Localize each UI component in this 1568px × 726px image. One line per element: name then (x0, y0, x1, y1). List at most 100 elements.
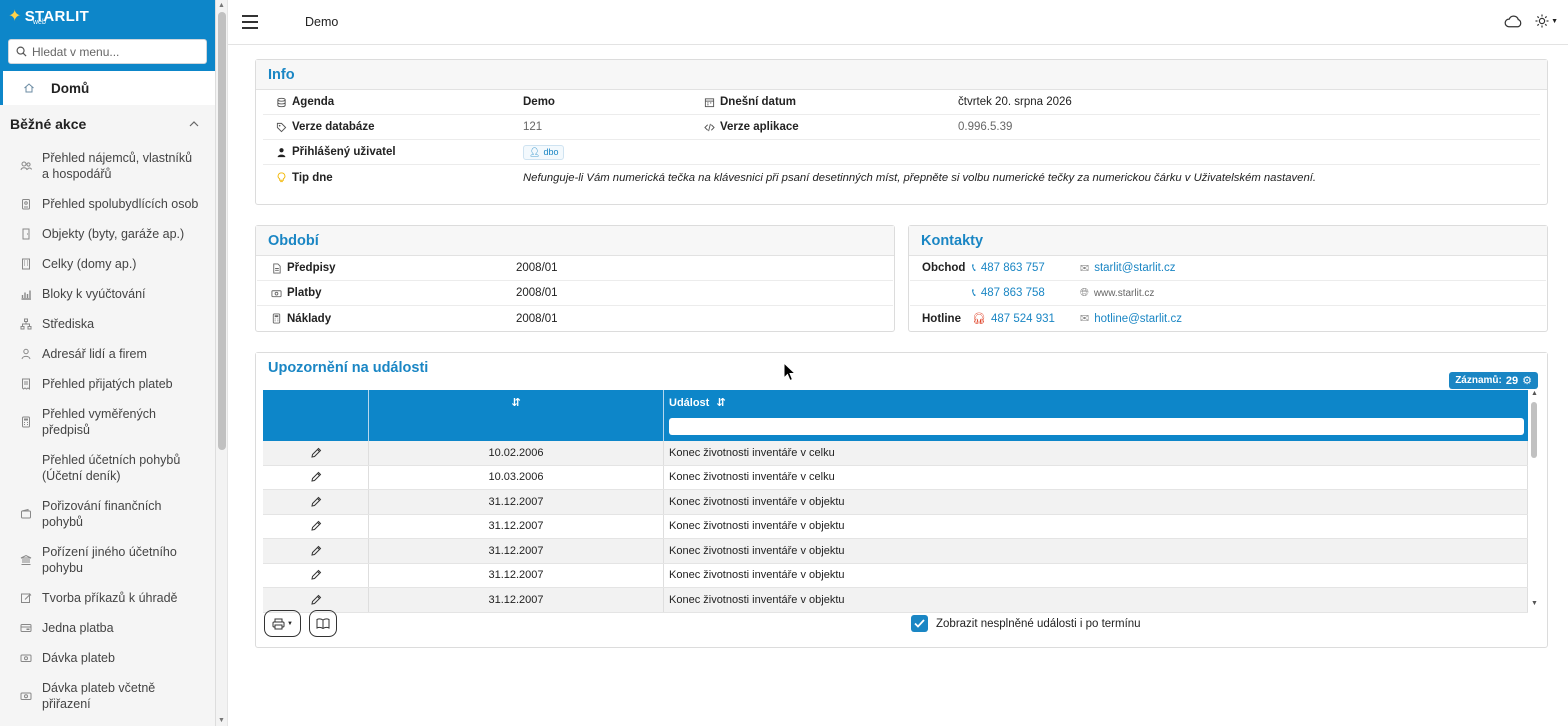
scroll-up-icon[interactable]: ▲ (218, 2, 225, 9)
sidebar-item-label: Přehled vyměřených předpisů (42, 407, 156, 437)
wallet-icon (20, 508, 32, 520)
hamburger-menu-icon[interactable] (242, 15, 258, 29)
scroll-down-icon[interactable]: ▼ (218, 717, 225, 724)
pencil-icon[interactable] (310, 569, 322, 581)
scroll-down-icon[interactable]: ▼ (1531, 600, 1538, 607)
sidebar-item[interactable]: Objekty (byty, garáže ap.) (0, 219, 215, 249)
checkbox[interactable] (911, 615, 928, 632)
info-row-tip: Tip dne Nefunguje-li Vám numerická tečka… (263, 165, 1540, 190)
edit-cell (263, 441, 369, 465)
calendar-icon (703, 96, 715, 108)
email-link[interactable]: hotline@starlit.cz (1094, 313, 1182, 325)
page-title: Demo (305, 15, 339, 29)
sidebar-item[interactable]: Tvorba příkazů k úhradě (0, 583, 215, 613)
date-cell: 10.03.2006 (369, 465, 664, 489)
sidebar-item-label: Přehled přijatých plateb (42, 377, 173, 391)
info-row-user: Přihlášený uživatel 👤︎ dbo (263, 140, 1540, 165)
phone-icon: 📞︎ (972, 261, 976, 274)
theme-toggle[interactable]: ▼ (1535, 14, 1558, 28)
sidebar-item[interactable]: Dávka plateb (0, 643, 215, 673)
chevron-up-icon[interactable] (189, 121, 199, 127)
scroll-up-icon[interactable]: ▲ (1531, 390, 1538, 397)
document-icon (270, 262, 282, 274)
table-row[interactable]: 10.02.2006 Konec životnosti inventáře v c… (263, 441, 1528, 466)
star-icon: ✦ (8, 8, 22, 25)
sidebar-item[interactable]: Pořizování finančních pohybů (0, 491, 215, 537)
sidebar-item[interactable]: Přehled spolubydlících osob (0, 189, 215, 219)
table-row[interactable]: 31.12.2007 Konec životnosti inventáře v o… (263, 514, 1528, 539)
book-button[interactable] (309, 610, 337, 637)
brand-header: ✦ STARLIT web (0, 0, 215, 71)
table-row[interactable]: 31.12.2007 Konec životnosti inventáře v o… (263, 539, 1528, 564)
records-badge[interactable]: Záznamů: 29 ⚙ (1449, 372, 1538, 389)
table-row[interactable]: 31.12.2007 Konec životnosti inventáře v o… (263, 588, 1528, 613)
web-link[interactable]: www.starlit.cz (1094, 288, 1155, 299)
email-link[interactable]: starlit@starlit.cz (1094, 262, 1175, 274)
sidebar: ✦ STARLIT web Domů Běžné akce Přehled ná… (0, 0, 216, 726)
col-date-header[interactable]: ⇵ (369, 390, 664, 441)
mail-icon: ✉ (1080, 262, 1090, 275)
user-badge[interactable]: 👤︎ dbo (523, 144, 565, 160)
section-label: Běžné akce (10, 116, 87, 132)
scrollbar-thumb[interactable] (218, 12, 226, 450)
col-event-header[interactable]: Událost ⇵ (664, 390, 1528, 441)
user-badge-value: dbo (543, 147, 559, 157)
sidebar-item[interactable]: Dávka plateb včetně přiřazení (0, 673, 215, 719)
sun-icon (1535, 14, 1549, 28)
period-row: Platby 2008/01 (257, 281, 893, 306)
events-panel: Upozornění na události Záznamů: 29 ⚙ ⇵ U… (255, 352, 1548, 648)
sidebar-item[interactable]: Jedna platba (0, 613, 215, 643)
pencil-icon[interactable] (310, 520, 322, 532)
book-icon (316, 618, 330, 629)
pencil-icon[interactable] (310, 447, 322, 459)
home-icon (24, 83, 34, 93)
period-value: 2008/01 (516, 312, 558, 325)
sort-icon[interactable]: ⇵ (511, 396, 520, 441)
sidebar-item[interactable]: Přehled přijatých plateb (0, 369, 215, 399)
agenda-label: Agenda (292, 96, 335, 108)
pencil-icon[interactable] (310, 594, 322, 606)
contact-row: Hotline 🎧︎ 487 524 931 ✉ hotline@starlit… (910, 306, 1546, 331)
phone-link[interactable]: 487 863 757 (981, 262, 1045, 274)
tag-icon (275, 121, 287, 133)
sidebar-item[interactable]: Přehled nájemců, vlastníků a hospodářů (0, 143, 215, 189)
print-button[interactable]: ▼ (264, 610, 301, 637)
cloud-icon[interactable] (1504, 14, 1523, 28)
gear-icon[interactable]: ⚙ (1522, 374, 1532, 387)
table-row[interactable]: 31.12.2007 Konec životnosti inventáře v o… (263, 490, 1528, 515)
sidebar-item[interactable]: Pořízení jiného účetního pohybu (0, 537, 215, 583)
sidebar-item-label: Přehled nájemců, vlastníků a hospodářů (42, 151, 193, 181)
sidebar-item-label: Adresář lidí a firem (42, 347, 147, 361)
people-icon (20, 160, 32, 172)
table-row[interactable]: 31.12.2007 Konec životnosti inventáře v o… (263, 563, 1528, 588)
sidebar-item[interactable]: Celky (domy ap.) (0, 249, 215, 279)
sidebar-item[interactable]: Adresář lidí a firem (0, 339, 215, 369)
section-common-actions[interactable]: Běžné akce (0, 105, 215, 143)
pencil-icon[interactable] (310, 471, 322, 483)
code-icon (703, 121, 715, 133)
sidebar-item[interactable]: Bloky k vyúčtování (0, 279, 215, 309)
phone-link[interactable]: 487 524 931 (991, 313, 1055, 325)
sidebar-item-home[interactable]: Domů (0, 71, 215, 105)
info-panel-title: Info (256, 60, 1547, 90)
menu-search[interactable] (8, 39, 207, 64)
table-row[interactable]: 10.03.2006 Konec životnosti inventáře v c… (263, 465, 1528, 490)
user-label: Přihlášený uživatel (292, 146, 396, 158)
edit-cell (263, 514, 369, 538)
pencil-icon[interactable] (310, 545, 322, 557)
calculator-icon (20, 416, 32, 428)
show-unfulfilled-checkbox-row[interactable]: Zobrazit nesplněné události i po termínu (911, 615, 1141, 632)
date-cell: 31.12.2007 (369, 539, 664, 563)
sidebar-item[interactable]: Přehled účetních pohybů (Účetní deník) (0, 445, 215, 491)
menu-search-input[interactable] (32, 44, 202, 59)
pencil-icon[interactable] (310, 496, 322, 508)
sidebar-item[interactable]: Střediska (0, 309, 215, 339)
scrollbar-thumb[interactable] (1531, 402, 1537, 458)
phone-link[interactable]: 487 863 758 (981, 287, 1045, 299)
sidebar-scrollbar[interactable]: ▲ ▼ (216, 0, 228, 726)
event-filter-input[interactable] (669, 418, 1524, 435)
edit-cell (263, 539, 369, 563)
sort-icon[interactable]: ⇵ (716, 397, 725, 409)
grid-scrollbar[interactable]: ▲ ▼ (1528, 390, 1540, 607)
sidebar-item[interactable]: Přehled vyměřených předpisů (0, 399, 215, 445)
